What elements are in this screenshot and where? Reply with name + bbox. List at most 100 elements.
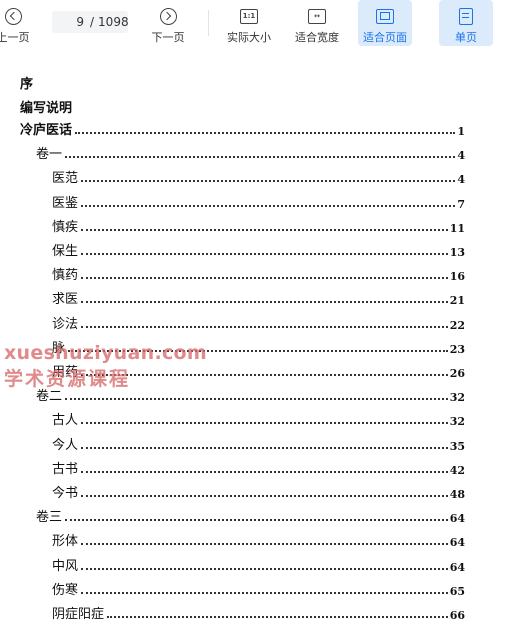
toc-entry[interactable]: 慎疾 11 — [52, 217, 465, 235]
toc-entry-page: 16 — [449, 270, 465, 284]
toc-entry-title: 医鉴 — [52, 195, 79, 211]
toc-dot-leader — [81, 180, 455, 183]
toc-entry-page: 64 — [449, 560, 465, 574]
toc-entry-page: 13 — [449, 246, 465, 259]
toc-entry[interactable]: 慎药 16 — [52, 265, 465, 283]
page-indicator: / 1098 — [52, 11, 129, 33]
toc-entry-page: 23 — [449, 342, 465, 356]
single-page-label: 单页 — [455, 31, 477, 44]
toc-dot-leader — [81, 301, 448, 304]
toc-entry-page: 11 — [449, 221, 465, 235]
prev-page-label: 上一页 — [0, 31, 30, 44]
toc-entry-title: 保生 — [52, 244, 79, 259]
toc-entry[interactable]: 古人 32 — [52, 410, 465, 428]
toc-entry-page: 35 — [449, 439, 465, 453]
toc-entry-title: 古书 — [52, 461, 79, 477]
actual-size-button[interactable]: 1:1 实际大小 — [218, 0, 280, 46]
toc-entry-title: 形体 — [52, 534, 79, 550]
actual-size-icon: 1:1 — [240, 8, 258, 24]
toc-entry-title: 中风 — [52, 558, 79, 574]
toc-entry-page: 48 — [449, 488, 465, 501]
toc-entry[interactable]: 医鉴 7 — [52, 193, 465, 211]
page-separator: / — [90, 15, 95, 29]
toc-dot-leader — [81, 495, 448, 497]
toc-entry-page: 4 — [457, 149, 465, 163]
toolbar-divider — [208, 10, 209, 36]
toc-entry[interactable]: 卷一 4 — [36, 144, 465, 162]
toc-entry[interactable]: 冷庐医话 1 — [20, 120, 465, 138]
toc-dot-leader — [65, 519, 448, 522]
chevron-left-circle-icon — [4, 7, 22, 25]
watermark-line-1: xueshuziyuan.com — [4, 342, 207, 364]
toc-entry[interactable]: 今书 48 — [52, 483, 465, 501]
toc-entry-page: 64 — [449, 512, 465, 526]
next-page-button[interactable]: 下一页 — [140, 0, 196, 46]
heading-compilation-notes: 编写说明 — [20, 101, 73, 116]
toc-entry[interactable]: 今人 35 — [52, 435, 465, 453]
toc-entry-page: 66 — [449, 609, 465, 622]
actual-size-label: 实际大小 — [227, 31, 271, 44]
heading-preface: 序 — [20, 77, 34, 92]
toc-entry-title: 慎药 — [52, 268, 79, 284]
toc-entry[interactable]: 求医 21 — [52, 289, 465, 307]
toc-entry[interactable]: 医范 4 — [52, 168, 465, 186]
document-page: 序 编写说明 冷庐医话 1 卷一 4 医范 4 医鉴 7 慎疾 11 保生 13 慎药 16 求医 21 诊法 2… — [0, 52, 513, 631]
next-page-label: 下一页 — [151, 31, 185, 44]
watermark-line-2: 学术资源课程 — [4, 368, 131, 390]
toc-entry-title: 求医 — [52, 292, 79, 308]
fit-width-button[interactable]: ↔ 适合宽度 — [288, 0, 346, 46]
current-page-input[interactable] — [52, 14, 88, 30]
toc-entry-title: 古人 — [52, 413, 79, 429]
toc-entry[interactable]: 中风 64 — [52, 556, 465, 574]
viewer-toolbar: 上一页 / 1098 下一页 1:1 实际大小 ↔ 适合宽度 适合页面 单页 — [0, 0, 513, 52]
toc-entry-page: 22 — [449, 318, 465, 332]
fit-width-icon: ↔ — [308, 8, 326, 24]
toc-entry-title: 今书 — [52, 486, 79, 501]
toc-entry[interactable]: 卷三 64 — [36, 507, 465, 525]
toc-entry-page: 1 — [457, 125, 465, 138]
fit-page-icon — [376, 8, 394, 24]
toc-dot-leader — [81, 470, 448, 473]
single-page-button[interactable]: 单页 — [439, 0, 493, 46]
toc-dot-leader — [81, 204, 455, 207]
toc-dot-leader — [81, 228, 448, 231]
toc-entry-title: 慎疾 — [52, 219, 79, 235]
toc-entry-title: 冷庐医话 — [20, 123, 73, 138]
chevron-right-circle-icon — [159, 7, 177, 25]
fit-page-label: 适合页面 — [363, 31, 407, 44]
toc-entry-title: 伤寒 — [52, 582, 79, 598]
fit-width-label: 适合宽度 — [295, 31, 339, 44]
toc-entry-title: 诊法 — [52, 316, 79, 332]
toc-dot-leader — [81, 446, 448, 449]
toc-entry-page: 26 — [449, 367, 465, 380]
toc-dot-leader — [75, 132, 455, 134]
toc-entry-page: 7 — [457, 197, 465, 211]
toc-entry-title: 卷一 — [36, 147, 63, 163]
toc-entry-page: 32 — [449, 391, 465, 405]
single-page-icon — [459, 7, 473, 25]
toc-entry-title: 卷三 — [36, 510, 63, 526]
toc-entry[interactable]: 伤寒 65 — [52, 580, 465, 598]
toc-dot-leader — [81, 591, 448, 594]
toc-dot-leader — [81, 422, 448, 425]
watermark: xueshuziyuan.com 学术资源课程 — [4, 340, 207, 392]
toc-entry-page: 65 — [449, 584, 465, 598]
toc-entry[interactable]: 保生 13 — [52, 241, 465, 259]
toc-entry-page: 42 — [449, 463, 465, 477]
prev-page-button[interactable]: 上一页 — [0, 0, 42, 46]
toc-entry-page: 4 — [457, 173, 465, 187]
toc-dot-leader — [81, 325, 448, 328]
toc-dot-leader — [81, 277, 448, 280]
toc-entry-page: 21 — [449, 294, 465, 308]
toc-entry[interactable]: 古书 42 — [52, 459, 465, 477]
toc-dot-leader — [65, 156, 455, 159]
toc-entry[interactable]: 形体 64 — [52, 531, 465, 549]
toc-entry[interactable]: 阴症阳症 66 — [52, 604, 465, 622]
toc-entry-page: 32 — [449, 415, 465, 429]
toc-entry-title: 医范 — [52, 171, 79, 187]
toc-entry[interactable]: 诊法 22 — [52, 314, 465, 332]
toc-entry-title: 今人 — [52, 437, 79, 453]
total-pages: 1098 — [98, 15, 129, 29]
fit-page-button[interactable]: 适合页面 — [358, 0, 412, 46]
toc-dot-leader — [81, 543, 448, 546]
